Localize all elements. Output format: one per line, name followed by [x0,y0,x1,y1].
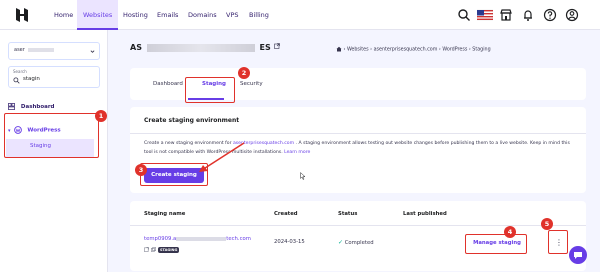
external-link-icon[interactable] [144,247,149,252]
sidebar-item-dashboard[interactable]: Dashboard [8,103,54,110]
callout-badge-4: 4 [504,226,516,238]
staging-name-end: tech.com [226,236,251,242]
chat-button[interactable] [569,246,587,264]
blurred-domain [28,47,55,52]
callout-badge-2: 2 [238,67,250,79]
sidebar-item-dashboard-label: Dashboard [20,104,55,110]
arrow-annotation-icon [199,142,245,172]
us-flag-icon[interactable] [477,8,493,22]
search-icon[interactable] [457,8,471,22]
staging-name-start: temp0909.a [144,236,177,242]
create-staging-title: Create staging environment [144,117,240,124]
external-link-icon[interactable] [273,43,280,49]
page-title-start: AS [130,43,142,52]
home-icon[interactable] [336,46,342,52]
checkmark-icon: ✓ [338,239,344,246]
nav-websites[interactable]: Websites [77,0,119,30]
highlight-box-manage-staging [465,234,527,254]
page-title-end: ES [259,43,271,52]
top-navigation-bar: Home Websites Hosting Emails Domains VPS… [0,0,600,30]
status-text: Completed [344,240,374,246]
page-title: AS ES [130,43,280,52]
help-icon[interactable] [543,8,557,22]
breadcrumb-path[interactable]: › Websites › asenterprisesquatech.com › … [344,48,491,53]
website-selector[interactable]: aser [8,42,100,60]
column-header-last-published: Last published [403,211,447,217]
blurred-domain [146,43,255,52]
column-header-status: Status [338,211,358,217]
breadcrumb: › Websites › asenterprisesquatech.com › … [336,46,491,53]
callout-badge-1: 1 [95,110,107,122]
dashboard-icon [8,103,15,110]
learn-more-link[interactable]: Learn more [284,150,310,155]
nav-vps[interactable]: VPS [220,0,245,30]
highlight-box-staging-tab [185,77,235,103]
sidebar-search-input[interactable]: Search stagin [8,66,100,88]
staging-badge: STAGING [158,247,180,253]
search-value: stagin [23,76,40,82]
staging-name-link[interactable]: temp0909.a tech.com [144,236,251,242]
highlight-box-wordpress [4,113,99,158]
highlight-box-more-options [548,230,568,254]
nav-emails[interactable]: Emails [151,0,184,30]
blurred-domain [176,236,227,241]
nav-billing[interactable]: Billing [243,0,275,30]
nav-home[interactable]: Home [48,0,79,30]
column-header-created: Created [274,211,298,217]
divider [130,133,586,134]
status-cell: ✓ Completed [338,239,374,246]
hostinger-logo-icon[interactable] [14,7,30,23]
tab-security[interactable]: Security [240,81,263,87]
nav-hosting[interactable]: Hosting [117,0,154,30]
column-header-name: Staging name [144,211,186,217]
callout-badge-3: 3 [135,164,147,176]
callout-badge-5: 5 [541,218,553,230]
search-label: Search [13,69,27,74]
account-icon[interactable] [565,8,579,22]
search-icon [13,77,20,84]
copy-icon[interactable] [151,247,156,252]
notification-bell-icon[interactable] [521,8,535,22]
mouse-cursor-icon [300,172,306,180]
nav-domains[interactable]: Domains [182,0,223,30]
created-date: 2024-03-15 [274,239,305,245]
website-selector-value: aser [14,47,25,53]
store-icon[interactable] [499,8,513,22]
tab-dashboard[interactable]: Dashboard [153,81,183,87]
chat-icon [574,252,582,259]
chevron-down-icon [90,50,95,53]
divider [130,225,586,226]
